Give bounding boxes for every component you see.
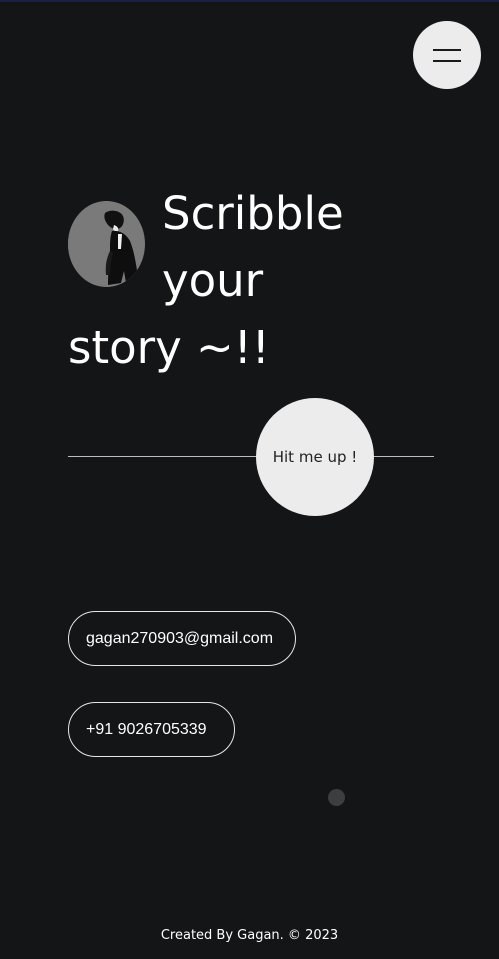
footer-credit: Created By Gagan. © 2023 [160, 928, 339, 943]
phone-link[interactable]: +91 9026705339 [68, 702, 235, 757]
hero-heading-line-2: your [162, 254, 264, 307]
page: Scribble your story ~!! Hit me up ! gaga… [0, 0, 499, 959]
hero-heading-line-3: story ~!! [68, 321, 270, 374]
phone-text: +91 9026705339 [86, 720, 207, 738]
cursor-dot [328, 789, 345, 806]
section-divider [68, 456, 434, 457]
email-link[interactable]: gagan270903@gmail.com [68, 611, 296, 666]
email-text: gagan270903@gmail.com [86, 629, 274, 647]
hamburger-menu-icon-top-bar [433, 49, 461, 51]
hit-me-up-button[interactable]: Hit me up ! [256, 398, 374, 516]
hit-me-up-label: Hit me up ! [272, 448, 358, 466]
hero-heading-line-1: Scribble [162, 187, 344, 240]
hero-heading: Scribble your story ~!! [68, 180, 448, 381]
hamburger-menu-icon-bottom-bar [433, 60, 461, 62]
menu-button[interactable] [413, 21, 481, 89]
